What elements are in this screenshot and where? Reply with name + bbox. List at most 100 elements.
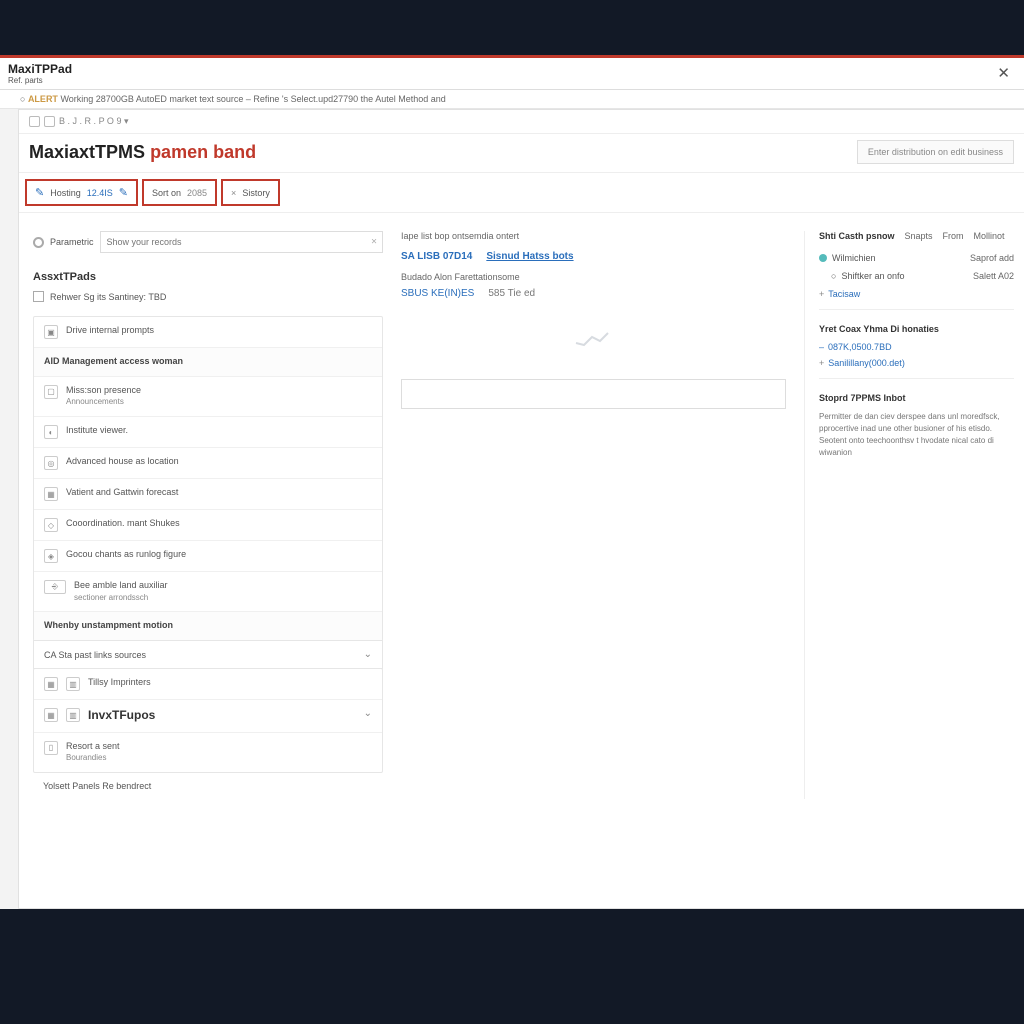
check-row: Rehwer Sg its Santiney: TBD <box>33 291 383 302</box>
checkbox[interactable] <box>33 291 44 302</box>
left-column: Parametric × AssxtTPads Rehwer Sg its Sa… <box>33 231 383 799</box>
mid-sub2-link[interactable]: SBUS KE(IN)ES <box>401 288 474 299</box>
search-input[interactable] <box>100 231 383 253</box>
notice-bar: ○ ALERT Working 28700GB AutoED market te… <box>0 90 1024 109</box>
nav-item[interactable]: ⎆ Bee amble land auxiliar sectioner arro… <box>34 572 382 612</box>
divider <box>819 309 1014 310</box>
right-tabs: Shti Casth psnow Snapts From Mollinot <box>819 231 1014 241</box>
plus-icon: + <box>819 358 824 368</box>
nav-item[interactable]: ◎ Advanced house as location <box>34 448 382 479</box>
workspace: B . J . R . P O 9 ▾ MaxiaxtTPMS pamen ba… <box>0 109 1024 909</box>
right-tab[interactable]: From <box>943 231 964 241</box>
mid-link-1[interactable]: SA LISB 07D14 <box>401 251 472 262</box>
tab-link-value: 12.4IS <box>87 188 113 198</box>
content-grid: Parametric × AssxtTPads Rehwer Sg its Sa… <box>19 213 1024 817</box>
outer-dark-bottom <box>0 909 1024 965</box>
log-icon: ◈ <box>44 549 58 563</box>
nav-subhead: Whenby unstampment motion <box>34 612 382 640</box>
dash-icon: ‒ <box>819 342 824 352</box>
crumb-home-icon[interactable] <box>29 116 40 127</box>
right-section-title: Stoprd 7PPMS Inbot <box>819 393 1014 403</box>
edit-icon: ✎ <box>35 186 44 199</box>
right-column: Shti Casth psnow Snapts From Mollinot Wi… <box>804 231 1014 799</box>
header-action-button[interactable]: Enter distribution on edit business <box>857 140 1014 164</box>
plus-icon: + <box>819 289 824 299</box>
right-row: Wilmichien Saprof add <box>819 253 1014 263</box>
notice-icon: ○ <box>20 94 28 104</box>
nav-item-bold[interactable]: ▦ ▥ InvxTFupos ⌄ <box>34 700 382 733</box>
grid-icon: ▦ <box>44 708 58 722</box>
module-icon: ▣ <box>44 325 58 339</box>
nav-item[interactable]: ◐ Institute viewer. <box>34 417 382 448</box>
middle-column: Iape list bop ontsemdia ontert SA LISB 0… <box>401 231 786 799</box>
outer-dark-top <box>0 0 1024 55</box>
right-tab[interactable]: Snapts <box>905 231 933 241</box>
right-tab[interactable]: Mollinot <box>974 231 1005 241</box>
notice-text: Working 28700GB AutoED market text sourc… <box>60 94 445 104</box>
location-icon: ◎ <box>44 456 58 470</box>
tab-hosting[interactable]: ✎ Hosting 12.4IS ✎ <box>25 179 138 206</box>
mid-input-field[interactable] <box>401 379 786 409</box>
page-title: MaxiaxtTPMS pamen band <box>29 142 256 163</box>
document-surface: B . J . R . P O 9 ▾ MaxiaxtTPMS pamen ba… <box>18 109 1024 909</box>
right-paragraph: Permitter de dan ciev derspee dans unl m… <box>819 411 1014 459</box>
right-row: ○ Shiftker an onfo Salett A02 <box>819 271 1014 281</box>
clear-icon[interactable]: × <box>371 237 377 248</box>
nav-panel: ▣ Drive internal prompts AID Management … <box>33 316 383 641</box>
crumb-icon[interactable] <box>44 116 55 127</box>
nav-panel-2: ▦ ▥ Tillsy Imprinters ▦ ▥ InvxTFupos ⌄ ▯ <box>33 668 383 773</box>
nav-item[interactable]: ▦ Vatient and Gattwin forecast <box>34 479 382 510</box>
breadcrumb: B . J . R . P O 9 ▾ <box>19 110 1024 134</box>
close-button[interactable]: ✕ <box>991 62 1016 84</box>
mid-links: SA LISB 07D14 Sisnud Hatss bots <box>401 251 786 262</box>
expander-sources[interactable]: CA Sta past links sources ⌄ <box>33 640 383 669</box>
nav-item[interactable]: ◇ Cooordination. mant Shukes <box>34 510 382 541</box>
tab-history[interactable]: × Sistory <box>221 179 280 206</box>
mid-sub2: SBUS KE(IN)ES 585 Tie ed <box>401 288 786 299</box>
sparkline-icon <box>574 329 614 349</box>
title-bar: MaxiTPPad Ref. parts ✕ <box>0 58 1024 90</box>
doc-icon: ▢ <box>44 385 58 399</box>
chevron-down-icon: ⌄ <box>364 708 372 719</box>
doc-icon: ▯ <box>44 741 58 755</box>
radio-label: Parametric <box>50 237 94 247</box>
radio-parametric[interactable] <box>33 237 44 248</box>
search-row: Parametric × <box>33 231 383 253</box>
right-tab[interactable]: Shti Casth psnow <box>819 231 895 241</box>
mid-link-2[interactable]: Sisnud Hatss bots <box>486 251 573 262</box>
nav-subhead: AID Management access woman <box>34 348 382 377</box>
nav-item[interactable]: ▦ ▥ Tillsy Imprinters <box>34 669 382 700</box>
chevron-down-icon: ⌄ <box>364 649 372 660</box>
right-add-link[interactable]: + Sanilillany(000.det) <box>819 358 1014 368</box>
notice-warn: ALERT <box>28 94 58 104</box>
table-icon: ▥ <box>66 708 80 722</box>
crumb-path[interactable]: B . J . R . P O 9 ▾ <box>59 116 129 127</box>
app-frame: MaxiTPPad Ref. parts ✕ ○ ALERT Working 2… <box>0 55 1024 909</box>
divider <box>819 378 1014 379</box>
table-icon: ▥ <box>66 677 80 691</box>
check-label: Rehwer Sg its Santiney: TBD <box>50 292 166 302</box>
forecast-icon: ▦ <box>44 487 58 501</box>
complex-icon: ⎆ <box>44 580 66 594</box>
right-add-link[interactable]: + Tacisaw <box>819 289 1014 299</box>
footer-link[interactable]: Yolsett Panels Re bendrect <box>33 773 383 799</box>
left-section-title: AssxtTPads <box>33 271 383 283</box>
grid-icon: ▦ <box>44 677 58 691</box>
window-subtitle: Ref. parts <box>8 76 72 85</box>
page-header: MaxiaxtTPMS pamen band Enter distributio… <box>19 134 1024 173</box>
tab-strip: ✎ Hosting 12.4IS ✎ Sort on 2085 × Sistor… <box>19 173 1024 213</box>
nav-item[interactable]: ▯ Resort a sent Bourandies <box>34 733 382 772</box>
view-icon: ◐ <box>44 425 58 439</box>
edit-icon: ✎ <box>119 186 128 199</box>
nav-item[interactable]: ◈ Gocou chants as runlog figure <box>34 541 382 572</box>
mid-sub: Budado Alon Farettationsome <box>401 272 786 282</box>
right-section-title: Yret Coax Yhma Di honaties <box>819 324 1014 334</box>
tab-sort[interactable]: Sort on 2085 <box>142 179 217 206</box>
coord-icon: ◇ <box>44 518 58 532</box>
nav-item[interactable]: ▣ Drive internal prompts <box>34 317 382 348</box>
right-item[interactable]: ‒ 087K,0500.7BD <box>819 342 1014 352</box>
status-dot-icon <box>819 254 827 262</box>
mid-heading: Iape list bop ontsemdia ontert <box>401 231 786 241</box>
nav-item[interactable]: ▢ Miss:son presence Announcements <box>34 377 382 417</box>
window-title: MaxiTPPad <box>8 62 72 76</box>
